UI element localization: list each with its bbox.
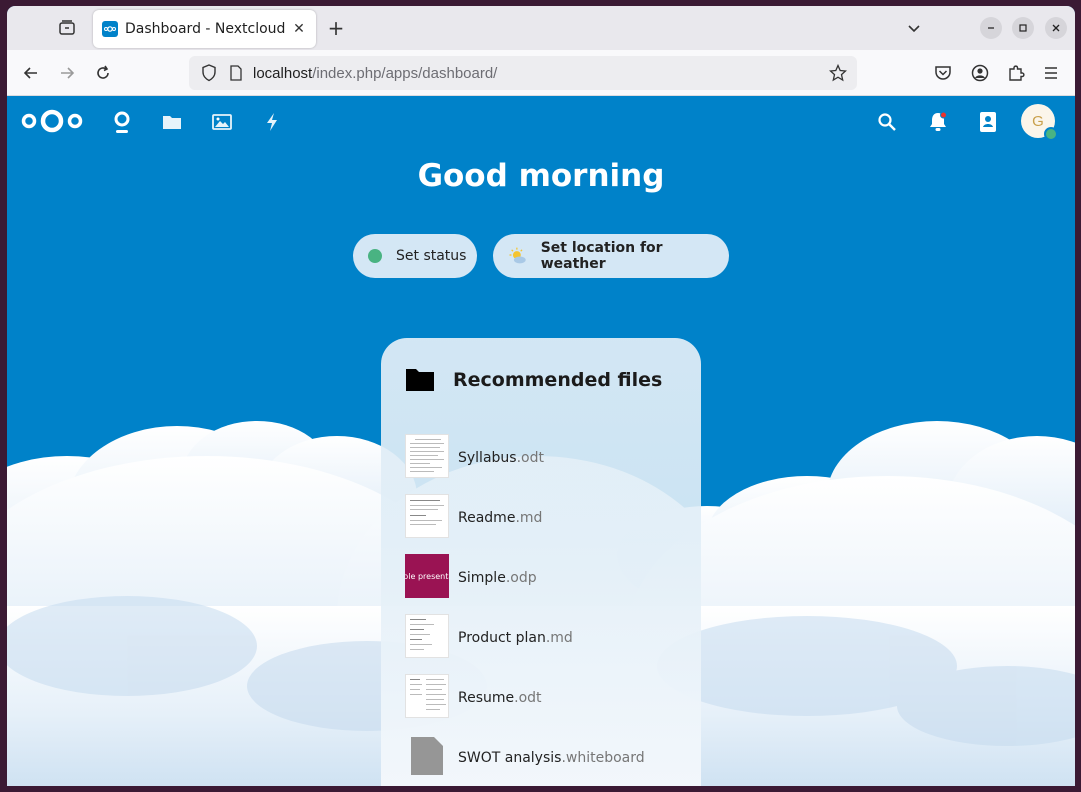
page-info-icon[interactable] (227, 64, 245, 82)
back-arrow-icon (23, 67, 37, 79)
search-icon[interactable] (875, 110, 899, 134)
file-name: Product plan (458, 629, 546, 646)
tracking-protection-shield-icon[interactable] (199, 63, 219, 83)
activity-app-icon[interactable] (260, 110, 284, 134)
pocket-icon (935, 66, 951, 80)
folder-icon (406, 369, 434, 391)
reload-icon (97, 65, 109, 79)
back-button[interactable] (19, 61, 43, 85)
file-item-syllabus[interactable]: Syllabus.odt (405, 434, 685, 478)
minimize-button[interactable] (980, 17, 1002, 39)
tab-title: Dashboard - Nextcloud (125, 21, 286, 37)
presentation-thumbnail: mple presentati (405, 554, 449, 598)
file-extension: .odt (516, 449, 544, 466)
bookmark-star-icon[interactable] (827, 62, 849, 84)
avatar-initial: G (1032, 112, 1044, 130)
weather-sun-cloud-icon (509, 247, 526, 264)
file-extension: .whiteboard (561, 749, 645, 766)
file-extension: .md (545, 629, 573, 646)
files-app-icon[interactable] (160, 110, 184, 134)
greeting-heading: Good morning (417, 158, 665, 194)
tab-overview-button[interactable] (53, 16, 81, 40)
close-window-button[interactable] (1045, 17, 1067, 39)
file-item-product-plan[interactable]: Product plan.md (405, 614, 685, 658)
panel-title: Recommended files (453, 369, 663, 391)
nextcloud-favicon-icon (102, 21, 118, 37)
nextcloud-logo[interactable] (21, 106, 83, 140)
document-thumbnail (405, 614, 449, 658)
extensions-button[interactable] (1004, 61, 1028, 85)
browser-window: Dashboard - Nextcloud ✕ + localhost/inde… (7, 6, 1075, 786)
url-text: localhost/index.php/apps/dashboard/ (253, 64, 498, 82)
file-extension: .md (515, 509, 543, 526)
file-name: Readme (458, 509, 516, 526)
set-status-label: Set status (396, 248, 467, 264)
new-tab-button[interactable]: + (325, 16, 347, 40)
contacts-icon[interactable] (976, 110, 1000, 134)
tab-bar: Dashboard - Nextcloud ✕ + (7, 6, 1075, 50)
online-status-indicator (1044, 127, 1058, 141)
notifications-bell-icon[interactable] (926, 110, 950, 134)
set-weather-location-button[interactable]: Set location for weather (493, 234, 729, 278)
tab-dashboard[interactable]: Dashboard - Nextcloud ✕ (93, 10, 316, 48)
file-name: SWOT analysis (458, 749, 562, 766)
set-weather-label: Set location for weather (540, 240, 663, 272)
file-item-resume[interactable]: Resume.odt (405, 674, 685, 718)
file-extension: .odt (514, 689, 542, 706)
file-name: Syllabus (458, 449, 517, 466)
close-tab-icon[interactable]: ✕ (288, 18, 310, 40)
hamburger-menu-icon (1045, 67, 1057, 79)
photos-app-icon[interactable] (210, 110, 234, 134)
document-thumbnail (405, 434, 449, 478)
set-status-button[interactable]: Set status (353, 234, 477, 278)
document-thumbnail (405, 674, 449, 718)
file-extension: .odp (505, 569, 537, 586)
reload-button[interactable] (91, 61, 115, 85)
file-item-simple[interactable]: mple presentati Simple.odp (405, 554, 685, 598)
forward-arrow-icon (61, 67, 75, 79)
user-avatar[interactable]: G (1021, 104, 1058, 141)
document-thumbnail (405, 494, 449, 538)
online-status-dot-icon (368, 249, 382, 263)
generic-file-icon (405, 734, 449, 778)
file-item-readme[interactable]: Readme.md (405, 494, 685, 538)
nextcloud-header: G (7, 96, 1075, 146)
tab-overview-icon (59, 20, 75, 35)
navigation-bar: localhost/index.php/apps/dashboard/ (7, 50, 1075, 96)
maximize-button[interactable] (1012, 17, 1034, 39)
address-bar[interactable]: localhost/index.php/apps/dashboard/ (189, 56, 857, 90)
account-button[interactable] (968, 61, 992, 85)
list-tabs-chevron-icon[interactable] (904, 18, 924, 38)
dashboard-app-icon[interactable] (110, 110, 134, 134)
forward-button[interactable] (55, 61, 79, 85)
panel-header: Recommended files (405, 368, 662, 392)
recommended-files-panel: Recommended files Syllabus.odt Readme.md… (381, 338, 701, 786)
file-name: Simple (458, 569, 506, 586)
menu-button[interactable] (1039, 61, 1063, 85)
file-item-swot-analysis[interactable]: SWOT analysis.whiteboard (405, 734, 685, 778)
account-icon (971, 64, 989, 82)
pocket-button[interactable] (931, 61, 955, 85)
file-name: Resume (458, 689, 515, 706)
puzzle-icon (1009, 65, 1025, 81)
